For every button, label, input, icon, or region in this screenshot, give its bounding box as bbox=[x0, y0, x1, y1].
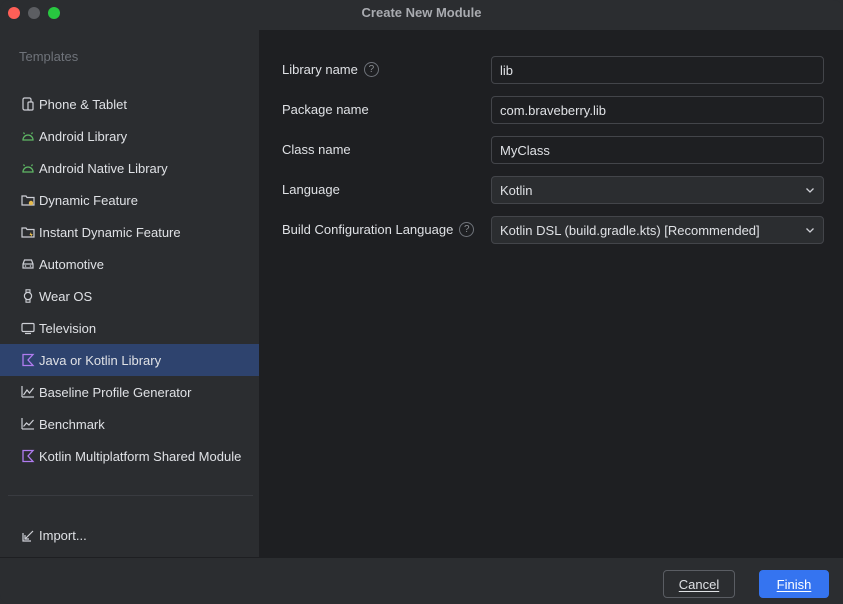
phone-tablet-icon bbox=[20, 97, 35, 112]
language-row: Language Kotlin bbox=[282, 176, 824, 204]
template-java-kotlin-library[interactable]: Java or Kotlin Library bbox=[0, 344, 259, 376]
template-label: Kotlin Multiplatform Shared Module bbox=[39, 448, 242, 464]
package-name-field[interactable] bbox=[491, 96, 824, 124]
watch-icon bbox=[20, 289, 35, 304]
import-icon bbox=[20, 528, 35, 543]
window-title: Create New Module bbox=[361, 5, 482, 20]
class-name-field[interactable] bbox=[491, 136, 824, 164]
template-television[interactable]: Television bbox=[0, 312, 259, 344]
library-name-row: Library name ? bbox=[282, 56, 824, 84]
android-icon bbox=[20, 161, 35, 176]
template-instant-dynamic-feature[interactable]: Instant Dynamic Feature bbox=[0, 216, 259, 248]
class-name-row: Class name bbox=[282, 136, 824, 164]
class-name-input[interactable] bbox=[500, 142, 815, 158]
template-label: Phone & Tablet bbox=[39, 96, 127, 112]
template-dynamic-feature[interactable]: Dynamic Feature bbox=[0, 184, 259, 216]
templates-header: Templates bbox=[19, 49, 79, 64]
template-automotive[interactable]: Automotive bbox=[0, 248, 259, 280]
kotlin-icon bbox=[20, 449, 35, 464]
template-label: Benchmark bbox=[39, 416, 105, 432]
language-label: Language bbox=[282, 182, 340, 197]
sidebar-divider bbox=[8, 495, 253, 496]
template-kotlin-multiplatform-shared-module[interactable]: Kotlin Multiplatform Shared Module bbox=[0, 440, 259, 472]
kotlin-icon bbox=[20, 353, 35, 368]
template-label: Wear OS bbox=[39, 288, 93, 304]
chevron-down-icon bbox=[806, 188, 814, 193]
library-name-field[interactable] bbox=[491, 56, 824, 84]
import-label: Import... bbox=[39, 528, 87, 543]
help-icon[interactable]: ? bbox=[459, 222, 475, 237]
template-label: Automotive bbox=[39, 256, 105, 272]
package-name-label: Package name bbox=[282, 102, 369, 117]
finish-button[interactable]: Finish bbox=[759, 570, 829, 598]
create-new-module-dialog: Create New Module Templates Phone & Tabl… bbox=[0, 0, 843, 604]
template-android-native-library[interactable]: Android Native Library bbox=[0, 152, 259, 184]
finish-label: Finish bbox=[776, 576, 812, 592]
language-value: Kotlin bbox=[500, 182, 533, 198]
class-name-label: Class name bbox=[282, 142, 351, 157]
template-label: Android Library bbox=[39, 128, 128, 144]
language-dropdown[interactable]: Kotlin bbox=[491, 176, 824, 204]
module-config-form: Library name ? Package name Class name L… bbox=[260, 30, 843, 557]
package-name-input[interactable] bbox=[500, 102, 815, 118]
template-label: Android Native Library bbox=[39, 160, 168, 176]
template-android-library[interactable]: Android Library bbox=[0, 120, 259, 152]
library-name-label: Library name bbox=[282, 62, 358, 77]
template-label: Baseline Profile Generator bbox=[39, 384, 192, 400]
template-baseline-profile-generator[interactable]: Baseline Profile Generator bbox=[0, 376, 259, 408]
library-name-input[interactable] bbox=[500, 62, 815, 78]
template-label: Instant Dynamic Feature bbox=[39, 224, 181, 240]
baseline-profile-icon bbox=[20, 385, 35, 400]
dialog-footer: Cancel Finish bbox=[0, 557, 843, 604]
car-icon bbox=[20, 257, 35, 272]
package-name-row: Package name bbox=[282, 96, 824, 124]
benchmark-icon bbox=[20, 417, 35, 432]
build-config-language-label: Build Configuration Language bbox=[282, 222, 454, 237]
help-icon[interactable]: ? bbox=[363, 62, 379, 77]
instant-dynamic-feature-icon bbox=[20, 225, 35, 240]
template-phone-tablet[interactable]: Phone & Tablet bbox=[0, 88, 259, 120]
android-icon bbox=[20, 129, 35, 144]
chevron-down-icon bbox=[806, 228, 814, 233]
template-label: Television bbox=[39, 320, 97, 336]
import-button[interactable]: Import... bbox=[20, 528, 87, 543]
library-name-label-wrap: Library name ? bbox=[282, 62, 379, 77]
dynamic-feature-icon bbox=[20, 193, 35, 208]
template-label: Dynamic Feature bbox=[39, 192, 138, 208]
build-config-language-value: Kotlin DSL (build.gradle.kts) [Recommend… bbox=[500, 222, 760, 238]
cancel-button[interactable]: Cancel bbox=[663, 570, 735, 598]
templates-list: Phone & Tablet Android Library Android N… bbox=[0, 88, 259, 472]
build-config-language-row: Build Configuration Language ? Kotlin DS… bbox=[282, 216, 824, 244]
cancel-label: Cancel bbox=[678, 576, 720, 592]
tv-icon bbox=[20, 321, 35, 336]
build-config-language-label-wrap: Build Configuration Language ? bbox=[282, 222, 475, 237]
templates-sidebar: Templates Phone & Tablet Android Library… bbox=[0, 30, 259, 557]
build-config-language-dropdown[interactable]: Kotlin DSL (build.gradle.kts) [Recommend… bbox=[491, 216, 824, 244]
template-wear-os[interactable]: Wear OS bbox=[0, 280, 259, 312]
template-benchmark[interactable]: Benchmark bbox=[0, 408, 259, 440]
template-label: Java or Kotlin Library bbox=[39, 352, 162, 368]
title-bar: Create New Module bbox=[0, 0, 843, 26]
